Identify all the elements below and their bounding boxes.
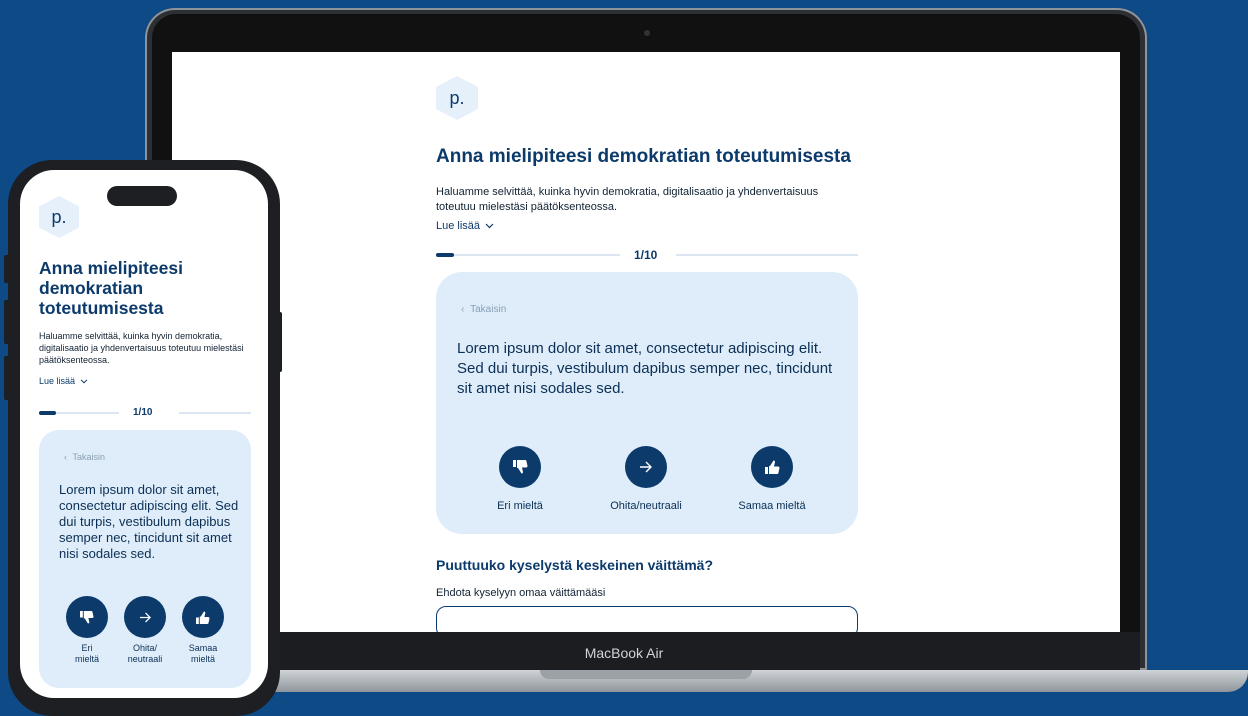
- arrow-right-icon: [640, 461, 652, 473]
- suggest-label: Ehdota kyselyyn omaa väittämääsi: [436, 587, 606, 599]
- progress-bar: 1/10: [436, 248, 858, 262]
- progress-fill: [39, 411, 56, 415]
- read-more-link[interactable]: Lue lisää: [436, 220, 858, 232]
- chevron-left-icon: ‹: [64, 452, 67, 462]
- progress-label: 1/10: [133, 407, 153, 418]
- read-more-label: Lue lisää: [39, 376, 76, 386]
- agree-label-line1: Samaa: [188, 643, 218, 653]
- progress-track-right: [676, 254, 858, 256]
- arrow-right-icon: [139, 611, 151, 623]
- chevron-left-icon: ‹: [461, 304, 465, 315]
- neutral-button[interactable]: [124, 596, 166, 638]
- statement-text: Lorem ipsum dolor sit amet, consectetur …: [59, 482, 239, 561]
- statement-card: ‹ Takaisin Lorem ipsum dolor sit amet, c…: [436, 272, 858, 534]
- suggestion-input[interactable]: [436, 606, 858, 632]
- neutral-label: Ohita/neutraali: [610, 500, 682, 512]
- progress-label: 1/10: [634, 248, 658, 262]
- statement-text: Lorem ipsum dolor sit amet, consectetur …: [457, 340, 833, 397]
- page-description: Haluamme selvittää, kuinka hyvin demokra…: [436, 186, 819, 213]
- progress-track-right: [179, 412, 251, 414]
- chevron-down-icon: [485, 223, 494, 229]
- chevron-down-icon: [80, 379, 87, 384]
- back-label: Takaisin: [72, 452, 106, 462]
- laptop-notch: [540, 670, 752, 679]
- page-title: Anna mielipiteesi demokratian toteutumis…: [39, 258, 183, 318]
- back-button[interactable]: ‹ Takaisin: [461, 304, 506, 315]
- disagree-button[interactable]: [66, 596, 108, 638]
- page-title: Anna mielipiteesi demokratian toteutumis…: [436, 146, 851, 167]
- missing-statement-title: Puuttuuko kyselystä keskeinen väittämä?: [436, 557, 713, 573]
- thumbs-up-icon: [764, 460, 779, 474]
- agree-button[interactable]: [751, 446, 793, 488]
- phone-dynamic-island: [107, 186, 177, 206]
- progress-fill: [436, 253, 454, 257]
- progress-bar: 1/10: [39, 406, 251, 420]
- disagree-label: Eri mieltä: [57, 643, 117, 665]
- thumbs-up-icon: [196, 610, 210, 624]
- neutral-label: Ohita/ neutraali: [115, 643, 175, 665]
- neutral-label-line2: neutraali: [127, 654, 163, 664]
- agree-label: Samaa mieltä: [738, 500, 806, 512]
- read-more-link[interactable]: Lue lisää: [39, 376, 88, 386]
- agree-label-line2: mieltä: [190, 654, 215, 664]
- desktop-survey: p. Anna mielipiteesi demokratian toteutu…: [436, 76, 858, 632]
- logo-letter: p.: [51, 206, 67, 227]
- camera-icon: [644, 30, 650, 36]
- back-label: Takaisin: [470, 304, 507, 315]
- thumbs-down-icon: [512, 460, 527, 474]
- disagree-button[interactable]: [499, 446, 541, 488]
- logo: p.: [436, 76, 478, 120]
- agree-button[interactable]: [182, 596, 224, 638]
- logo: p.: [39, 196, 79, 238]
- phone-screen: p. Anna mielipiteesi demokratian toteutu…: [20, 170, 268, 698]
- read-more-label: Lue lisää: [436, 220, 481, 232]
- neutral-label-line1: Ohita/: [132, 643, 157, 653]
- page-description: Haluamme selvittää, kuinka hyvin demokra…: [39, 331, 244, 365]
- disagree-label: Eri mieltä: [497, 500, 543, 512]
- back-button[interactable]: ‹ Takaisin: [64, 452, 105, 462]
- disagree-label-line1: Eri: [81, 643, 93, 653]
- logo-letter: p.: [449, 87, 465, 108]
- progress-track-left: [436, 254, 620, 256]
- laptop-screen: p. Anna mielipiteesi demokratian toteutu…: [172, 52, 1120, 632]
- neutral-button[interactable]: [625, 446, 667, 488]
- agree-label: Samaa mieltä: [173, 643, 233, 665]
- disagree-label-line2: mieltä: [74, 654, 99, 664]
- statement-card: ‹ Takaisin Lorem ipsum dolor sit amet, c…: [39, 430, 251, 688]
- thumbs-down-icon: [80, 610, 94, 624]
